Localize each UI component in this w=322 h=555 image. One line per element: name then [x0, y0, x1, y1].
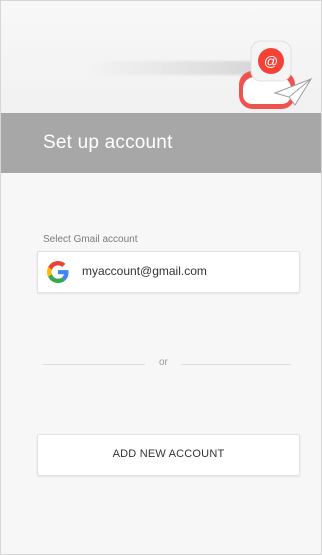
svg-text:@: @ [264, 53, 278, 69]
hero-banner: @ [1, 1, 321, 113]
email-app-icon: @ [239, 40, 313, 109]
google-g-icon [47, 261, 69, 283]
divider-line-right [181, 364, 291, 365]
or-text: or [159, 357, 168, 368]
page-title: Set up account [43, 132, 173, 153]
add-new-account-button[interactable]: ADD NEW ACCOUNT [37, 434, 300, 476]
or-divider: or [43, 356, 291, 372]
gmail-account-item[interactable]: myaccount@gmail.com [37, 251, 300, 293]
gmail-account-email: myaccount@gmail.com [82, 264, 207, 278]
divider-line-left [43, 364, 145, 365]
setup-account-screen: @ Set up account Select Gmail account my… [0, 0, 322, 555]
gmail-section-label: Select Gmail account [43, 234, 138, 245]
add-new-account-label: ADD NEW ACCOUNT [112, 448, 225, 460]
